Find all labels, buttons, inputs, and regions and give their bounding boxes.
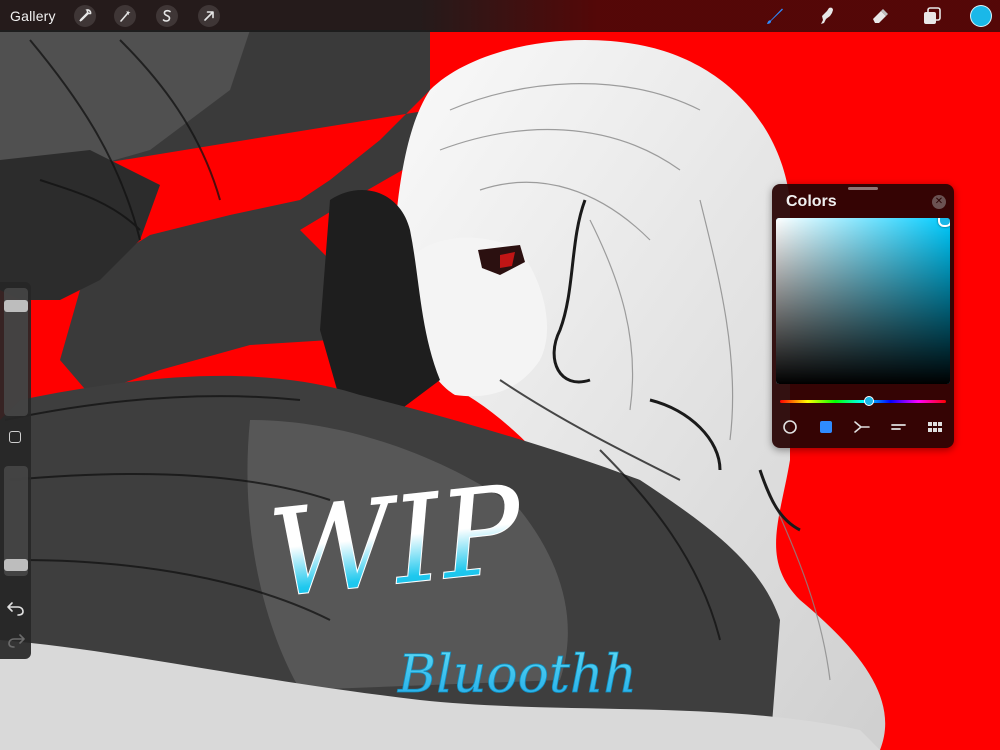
harmony-mode-icon[interactable] (852, 418, 872, 436)
palettes-mode-icon[interactable] (925, 418, 945, 436)
modify-button[interactable] (9, 431, 21, 443)
artwork-signature-text: Bluoothh (397, 645, 637, 705)
saturation-brightness-square[interactable] (776, 218, 950, 384)
panel-drag-handle[interactable] (848, 187, 878, 190)
transform-arrow-icon (204, 11, 214, 21)
opacity-slider-knob[interactable] (4, 559, 28, 571)
wrench-icon (79, 9, 92, 22)
gallery-button[interactable]: Gallery (10, 0, 56, 32)
classic-mode-icon[interactable] (816, 418, 836, 436)
close-icon[interactable]: ✕ (932, 195, 946, 209)
brush-icon (767, 8, 783, 24)
redo-icon[interactable] (6, 632, 26, 648)
hue-slider[interactable] (780, 396, 946, 406)
top-toolbar: Gallery (0, 0, 1000, 32)
undo-icon[interactable] (6, 600, 26, 616)
colors-panel: Colors ✕ (772, 184, 954, 448)
smudge-tool-button[interactable] (815, 4, 839, 28)
hue-slider-handle[interactable] (863, 396, 874, 406)
layers-icon (924, 7, 941, 24)
color-picker-handle[interactable] (937, 218, 950, 227)
brush-size-slider[interactable] (4, 288, 28, 416)
transform-button[interactable] (198, 5, 220, 27)
selection-s-icon (162, 9, 171, 22)
colors-panel-title: Colors (786, 193, 837, 210)
current-color-button[interactable] (970, 5, 992, 27)
left-sidebar (0, 282, 31, 659)
selection-button[interactable] (156, 5, 178, 27)
value-mode-icon[interactable] (888, 418, 908, 436)
magic-wand-icon (120, 10, 131, 22)
brush-size-slider-knob[interactable] (4, 300, 28, 312)
smudge-finger-icon (821, 7, 833, 25)
brush-tool-button[interactable] (763, 4, 787, 28)
artwork-wip-text: WIP (264, 460, 531, 625)
eraser-icon (873, 9, 888, 23)
adjustments-button[interactable] (114, 5, 136, 27)
eraser-tool-button[interactable] (868, 4, 892, 28)
actions-button[interactable] (74, 5, 96, 27)
layers-button[interactable] (920, 4, 944, 28)
disc-mode-icon[interactable] (780, 418, 800, 436)
opacity-slider[interactable] (4, 466, 28, 576)
